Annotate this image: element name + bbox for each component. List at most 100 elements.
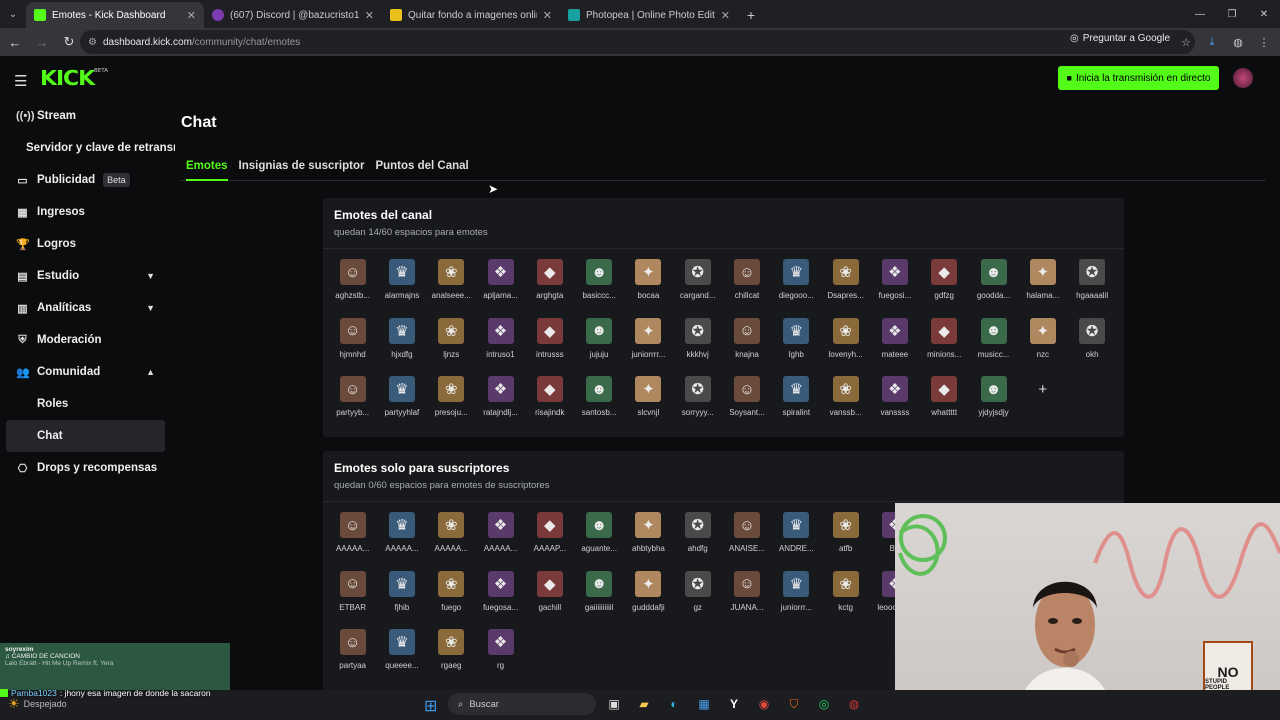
emote-item[interactable]: ✦ juniorrrr... <box>624 312 673 371</box>
tab-emotes[interactable]: Emotes <box>186 158 228 181</box>
emote-item[interactable]: ☺ partyaa <box>328 623 377 682</box>
close-window-icon[interactable]: ✕ <box>1248 0 1280 28</box>
emote-item[interactable]: ♛ partyyhlaf <box>377 370 426 429</box>
emote-item[interactable]: ✪ gz <box>673 565 722 624</box>
emote-item[interactable]: ◆ gdfzg <box>920 253 969 312</box>
sidebar-item-moderation[interactable]: ⛨ Moderación <box>0 324 175 356</box>
emote-item[interactable]: ❀ ljnzs <box>427 312 476 371</box>
emote-item[interactable]: ✦ bocaa <box>624 253 673 312</box>
site-info-icon[interactable]: ⚙ <box>88 37 97 48</box>
task-view-icon[interactable]: ▣ <box>602 693 626 715</box>
chrome-icon[interactable]: ◉ <box>752 693 776 715</box>
close-icon[interactable]: ✕ <box>187 9 196 22</box>
emote-item[interactable]: ☺ ETBAR <box>328 565 377 624</box>
yahoo-icon[interactable]: Y <box>722 693 746 715</box>
emote-item[interactable]: ☺ aghzstb... <box>328 253 377 312</box>
emote-item[interactable]: ❖ ratajndlj... <box>476 370 525 429</box>
emote-item[interactable]: ✪ ahdfg <box>673 506 722 565</box>
brave-icon[interactable]: ⛉ <box>782 693 806 715</box>
emote-item[interactable]: ❀ atfb <box>821 506 870 565</box>
emote-item[interactable]: ❖ fuegosa... <box>476 565 525 624</box>
sidebar-item-roles[interactable]: Roles <box>0 388 175 420</box>
sidebar-item-server-key[interactable]: Servidor y clave de retransm <box>0 132 175 164</box>
emote-item[interactable]: ☻ jujuju <box>574 312 623 371</box>
bookmark-star-icon[interactable]: ☆ <box>1176 30 1196 54</box>
minimize-icon[interactable]: — <box>1184 0 1216 28</box>
emote-item[interactable]: ☺ hjmnhd <box>328 312 377 371</box>
emote-item[interactable]: ❖ vanssss <box>870 370 919 429</box>
url-field[interactable]: ⚙ dashboard.kick.com/community/chat/emot… <box>80 30 1195 54</box>
tab-subscriber-badges[interactable]: Insignias de suscriptor <box>239 158 365 181</box>
windows-start-icon[interactable]: ⊞ <box>424 696 437 716</box>
emote-item[interactable]: ☺ chillcat <box>722 253 771 312</box>
emote-item[interactable]: ♛ diegooo... <box>772 253 821 312</box>
emote-item[interactable]: ♛ alarmajns <box>377 253 426 312</box>
tab-search-icon[interactable]: ⌄ <box>0 0 26 28</box>
kick-logo[interactable]: KICKBETA <box>40 66 108 90</box>
close-icon[interactable]: ✕ <box>543 9 552 22</box>
emote-item[interactable]: ☺ JUANA... <box>722 565 771 624</box>
emote-item[interactable]: ☺ partyyb... <box>328 370 377 429</box>
obs-icon[interactable]: ◍ <box>842 693 866 715</box>
emote-item[interactable]: ♛ hjxdfg <box>377 312 426 371</box>
browser-tab[interactable]: (607) Discord | @bazucristo1 ✕ <box>204 2 382 28</box>
emote-item[interactable]: ☻ aguante... <box>574 506 623 565</box>
download-icon[interactable]: ⤓ <box>1202 30 1222 54</box>
more-icon[interactable]: ⋮ <box>1254 30 1274 54</box>
emote-item[interactable]: ◆ AAAAP... <box>525 506 574 565</box>
taskbar-search[interactable]: ⌕ Buscar <box>448 693 596 715</box>
emote-item[interactable]: ✦ ahbtybha <box>624 506 673 565</box>
go-live-button[interactable]: ■ Inicia la transmisión en directo <box>1058 66 1219 90</box>
emote-item[interactable]: ✪ cargand... <box>673 253 722 312</box>
emote-item[interactable]: ❀ vanssb... <box>821 370 870 429</box>
back-icon[interactable]: ← <box>3 30 27 54</box>
sidebar-item-community[interactable]: 👥 Comunidad ▲ <box>0 356 175 388</box>
emote-item[interactable]: ✦ nzc <box>1018 312 1067 371</box>
emote-item[interactable]: ✦ halama... <box>1018 253 1067 312</box>
emote-item[interactable]: ☺ Soysant... <box>722 370 771 429</box>
close-icon[interactable]: ✕ <box>721 9 730 22</box>
browser-tab[interactable]: Emotes - Kick Dashboard ✕ <box>26 2 204 28</box>
emote-item[interactable]: ✪ sorryyy... <box>673 370 722 429</box>
user-avatar[interactable] <box>1233 68 1253 88</box>
tab-channel-points[interactable]: Puntos del Canal <box>375 158 468 181</box>
sidebar-item-achievements[interactable]: 🏆 Logros <box>0 228 175 260</box>
emote-item[interactable]: ◆ minions... <box>920 312 969 371</box>
emote-item[interactable]: ☻ santosb... <box>574 370 623 429</box>
weather-widget[interactable]: ☀ Despejado <box>8 696 67 712</box>
emote-item[interactable]: ☻ gaiiiiiiiiiil <box>574 565 623 624</box>
emote-item[interactable]: ❀ presoju... <box>427 370 476 429</box>
ask-google-button[interactable]: ◎ Preguntar a Google <box>1070 33 1170 44</box>
emote-item[interactable]: ❀ kctg <box>821 565 870 624</box>
emote-item[interactable]: ☻ yjdyjsdjy <box>969 370 1018 429</box>
emote-item[interactable]: ◆ intrusss <box>525 312 574 371</box>
emote-item[interactable]: ❀ Dsapres... <box>821 253 870 312</box>
emote-item[interactable]: ❖ AAAAA... <box>476 506 525 565</box>
forward-icon[interactable]: → <box>30 30 54 54</box>
emote-item[interactable]: ❀ lovenyh... <box>821 312 870 371</box>
emote-item[interactable]: ♛ juniorrr... <box>772 565 821 624</box>
edge-icon[interactable]: ◐ <box>662 693 686 715</box>
emote-item[interactable]: ❀ rgaeg <box>427 623 476 682</box>
sidebar-item-studio[interactable]: ▤ Estudio ▼ <box>0 260 175 292</box>
emote-item[interactable]: ❖ fuegosi... <box>870 253 919 312</box>
emote-item[interactable]: ❖ rg <box>476 623 525 682</box>
emote-item[interactable]: ✪ hgaaaalil <box>1067 253 1116 312</box>
sidebar-item-ads[interactable]: ▭ Publicidad Beta <box>0 164 175 196</box>
browser-tab[interactable]: Quitar fondo a imagenes online ✕ <box>382 2 560 28</box>
emote-item[interactable]: ☺ ANAISE... <box>722 506 771 565</box>
emote-item[interactable]: ◆ risajindk <box>525 370 574 429</box>
emote-item[interactable]: ✪ okh <box>1067 312 1116 371</box>
emote-item[interactable]: ◆ gachill <box>525 565 574 624</box>
restore-icon[interactable]: ❐ <box>1216 0 1248 28</box>
emote-item[interactable]: ✦ slcvnjl <box>624 370 673 429</box>
sidebar-item-analytics[interactable]: ▥ Analíticas ▼ <box>0 292 175 324</box>
emote-item[interactable]: ❀ fuego <box>427 565 476 624</box>
emote-item[interactable]: ❀ AAAAA... <box>427 506 476 565</box>
emote-item[interactable]: ❖ mateee <box>870 312 919 371</box>
emote-item[interactable]: ♛ spiralint <box>772 370 821 429</box>
store-icon[interactable]: ▦ <box>692 693 716 715</box>
emote-item[interactable]: ☻ basiccc... <box>574 253 623 312</box>
emote-item[interactable]: ❖ intruso1 <box>476 312 525 371</box>
close-icon[interactable]: ✕ <box>365 9 374 22</box>
